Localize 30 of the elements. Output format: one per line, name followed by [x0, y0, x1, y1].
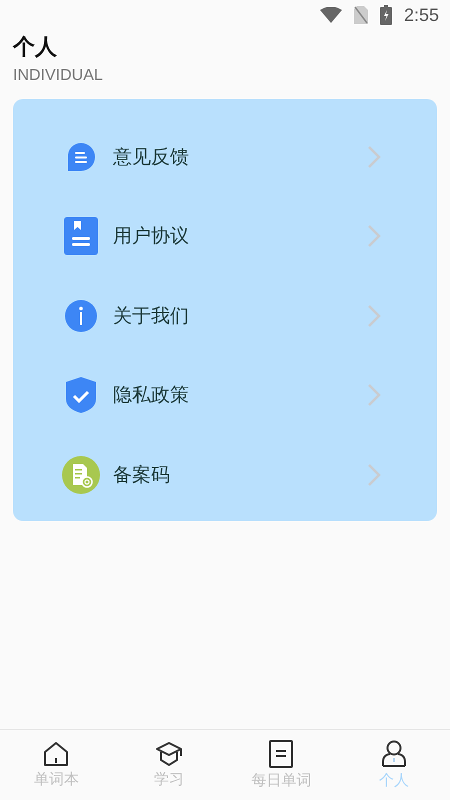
menu-label: 用户协议 — [113, 224, 189, 250]
battery-icon — [380, 5, 392, 25]
menu-label: 意见反馈 — [113, 144, 189, 170]
menu-label: 隐私政策 — [113, 383, 189, 408]
status-time: 2:55 — [404, 4, 439, 26]
menu-item[interactable]: 用户协议 — [13, 196, 437, 276]
page-subtitle: INDIVIDUAL — [13, 66, 104, 86]
page-title: 个人 — [13, 34, 58, 62]
menu-item[interactable]: 关于我们 — [13, 276, 437, 356]
menu-label: 备案码 — [113, 462, 170, 488]
chevron-right-icon — [367, 144, 381, 169]
chevron-right-icon — [367, 462, 381, 487]
shield-icon — [66, 377, 96, 414]
home-icon — [43, 741, 70, 767]
menu-item[interactable]: 备案码 — [13, 435, 437, 514]
menu-item[interactable]: 隐私政策 — [13, 356, 437, 435]
document-icon — [64, 217, 98, 256]
chat-icon — [66, 142, 96, 172]
menu-item[interactable]: 意见反馈 — [13, 117, 437, 196]
chevron-right-icon — [367, 383, 381, 408]
person-icon — [380, 740, 407, 768]
menu-label: 关于我们 — [113, 304, 189, 329]
chevron-right-icon — [367, 304, 381, 328]
document-icon — [269, 740, 294, 768]
info-icon — [65, 300, 97, 332]
no-sim-icon — [354, 6, 368, 24]
chevron-right-icon — [367, 224, 381, 248]
wifi-icon — [320, 7, 342, 23]
graduation-cap-icon — [154, 741, 183, 767]
file-search-icon — [62, 456, 100, 494]
